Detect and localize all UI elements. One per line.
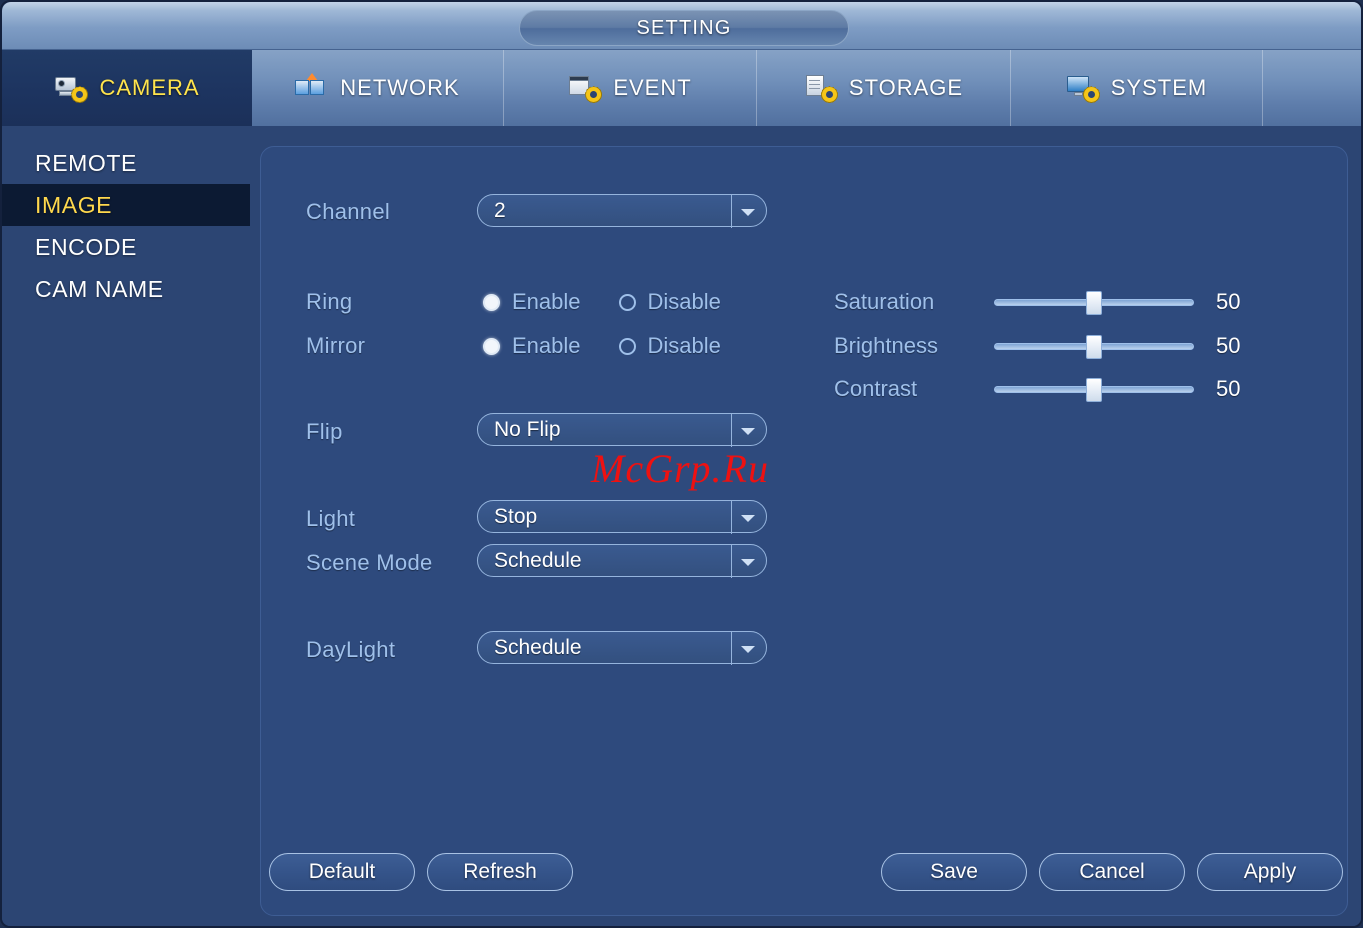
mirror-enable-label: Enable bbox=[512, 333, 581, 358]
scene-mode-select-separator bbox=[731, 545, 732, 578]
tab-network[interactable]: NETWORK bbox=[252, 50, 504, 126]
mirror-radio-group: Enable Disable bbox=[483, 333, 721, 359]
camera-gear-icon bbox=[54, 73, 89, 103]
brightness-label: Brightness bbox=[834, 333, 938, 358]
apply-button[interactable]: Apply bbox=[1197, 853, 1343, 891]
daylight-label: DayLight bbox=[306, 637, 396, 662]
ring-label: Ring bbox=[306, 289, 353, 314]
sidebar-item-label: CAM NAME bbox=[35, 276, 164, 302]
network-icon bbox=[295, 73, 329, 103]
contrast-value: 50 bbox=[1216, 376, 1241, 401]
mirror-disable-radio[interactable]: Disable bbox=[618, 333, 721, 359]
sidebar-item-cam-name[interactable]: CAM NAME bbox=[2, 268, 250, 310]
storage-gear-icon bbox=[804, 73, 838, 103]
main-tab-bar: CAMERA NETWORK EVENT STORAGE SYSTEM bbox=[2, 50, 1361, 126]
tab-camera[interactable]: CAMERA bbox=[2, 50, 252, 126]
page-title: SETTING bbox=[519, 10, 849, 46]
tab-storage[interactable]: STORAGE bbox=[757, 50, 1011, 126]
channel-select[interactable]: 2 bbox=[477, 194, 767, 228]
tab-network-label: NETWORK bbox=[340, 75, 460, 100]
daylight-select-value: Schedule bbox=[494, 636, 582, 659]
tab-system-label: SYSTEM bbox=[1110, 75, 1208, 100]
channel-select-separator bbox=[731, 195, 732, 228]
save-button[interactable]: Save bbox=[881, 853, 1027, 891]
ring-radio-group: Enable Disable bbox=[483, 289, 721, 315]
contrast-slider-thumb[interactable] bbox=[1086, 377, 1102, 402]
system-gear-icon bbox=[1066, 73, 1100, 103]
body-area: REMOTE IMAGE ENCODE CAM NAME Channel 2 R… bbox=[2, 126, 1361, 926]
sidebar-item-label: REMOTE bbox=[35, 150, 137, 176]
tab-storage-label: STORAGE bbox=[848, 75, 964, 100]
radio-filled-icon bbox=[483, 293, 500, 311]
contrast-slider[interactable] bbox=[994, 377, 1194, 402]
chevron-down-icon bbox=[741, 515, 755, 522]
mirror-label: Mirror bbox=[306, 333, 366, 358]
saturation-label: Saturation bbox=[834, 289, 935, 314]
daylight-select[interactable]: Schedule bbox=[477, 631, 767, 665]
sidebar-item-label: ENCODE bbox=[35, 234, 138, 260]
flip-label: Flip bbox=[306, 419, 343, 444]
chevron-down-icon bbox=[741, 646, 755, 653]
radio-filled-icon bbox=[483, 337, 500, 355]
sidebar: REMOTE IMAGE ENCODE CAM NAME bbox=[2, 126, 250, 926]
chevron-down-icon bbox=[741, 559, 755, 566]
tab-system[interactable]: SYSTEM bbox=[1011, 50, 1263, 126]
setting-window: SETTING CAMERA NETWORK EVENT STORAGE SYS… bbox=[0, 0, 1363, 928]
default-button[interactable]: Default bbox=[269, 853, 415, 891]
saturation-slider-thumb[interactable] bbox=[1086, 290, 1102, 315]
flip-select-separator bbox=[731, 414, 732, 447]
channel-label: Channel bbox=[306, 199, 391, 224]
radio-empty-icon bbox=[618, 337, 636, 355]
light-select-separator bbox=[731, 501, 732, 534]
saturation-slider[interactable] bbox=[994, 290, 1194, 315]
sidebar-item-remote[interactable]: REMOTE bbox=[2, 142, 250, 184]
event-gear-icon bbox=[568, 73, 603, 103]
sidebar-item-image[interactable]: IMAGE bbox=[2, 184, 250, 226]
mirror-disable-label: Disable bbox=[647, 333, 721, 358]
title-bar: SETTING bbox=[2, 2, 1361, 50]
refresh-button[interactable]: Refresh bbox=[427, 853, 573, 891]
tab-camera-label: CAMERA bbox=[99, 75, 200, 100]
tab-event-label: EVENT bbox=[613, 75, 692, 100]
tab-event[interactable]: EVENT bbox=[504, 50, 757, 126]
ring-enable-radio[interactable]: Enable bbox=[483, 289, 581, 315]
tab-bar-filler bbox=[1263, 50, 1361, 126]
light-select[interactable]: Stop bbox=[477, 500, 767, 534]
chevron-down-icon bbox=[741, 428, 755, 435]
light-label: Light bbox=[306, 506, 356, 531]
flip-select[interactable]: No Flip bbox=[477, 413, 767, 447]
flip-select-value: No Flip bbox=[494, 418, 561, 441]
light-select-value: Stop bbox=[494, 505, 538, 528]
chevron-down-icon bbox=[741, 209, 755, 216]
brightness-slider-thumb[interactable] bbox=[1086, 334, 1102, 359]
saturation-row: Saturation 50 bbox=[834, 289, 1262, 315]
radio-empty-icon bbox=[618, 293, 636, 311]
daylight-select-separator bbox=[731, 632, 732, 665]
brightness-row: Brightness 50 bbox=[834, 333, 1262, 359]
ring-disable-label: Disable bbox=[647, 289, 721, 314]
sidebar-item-encode[interactable]: ENCODE bbox=[2, 226, 250, 268]
scene-mode-select[interactable]: Schedule bbox=[477, 544, 767, 578]
channel-select-value: 2 bbox=[494, 199, 506, 222]
ring-disable-radio[interactable]: Disable bbox=[618, 289, 721, 315]
cancel-button[interactable]: Cancel bbox=[1039, 853, 1185, 891]
image-settings-panel: Channel 2 Ring Enable Disable Mirror Ena… bbox=[260, 146, 1348, 916]
saturation-value: 50 bbox=[1216, 289, 1241, 314]
scene-mode-label: Scene Mode bbox=[306, 550, 433, 575]
ring-enable-label: Enable bbox=[512, 289, 581, 314]
contrast-label: Contrast bbox=[834, 376, 918, 401]
contrast-row: Contrast 50 bbox=[834, 376, 1262, 402]
mirror-enable-radio[interactable]: Enable bbox=[483, 333, 581, 359]
brightness-slider[interactable] bbox=[994, 334, 1194, 359]
brightness-value: 50 bbox=[1216, 333, 1241, 358]
sidebar-item-label: IMAGE bbox=[35, 192, 113, 218]
scene-mode-select-value: Schedule bbox=[494, 549, 582, 572]
